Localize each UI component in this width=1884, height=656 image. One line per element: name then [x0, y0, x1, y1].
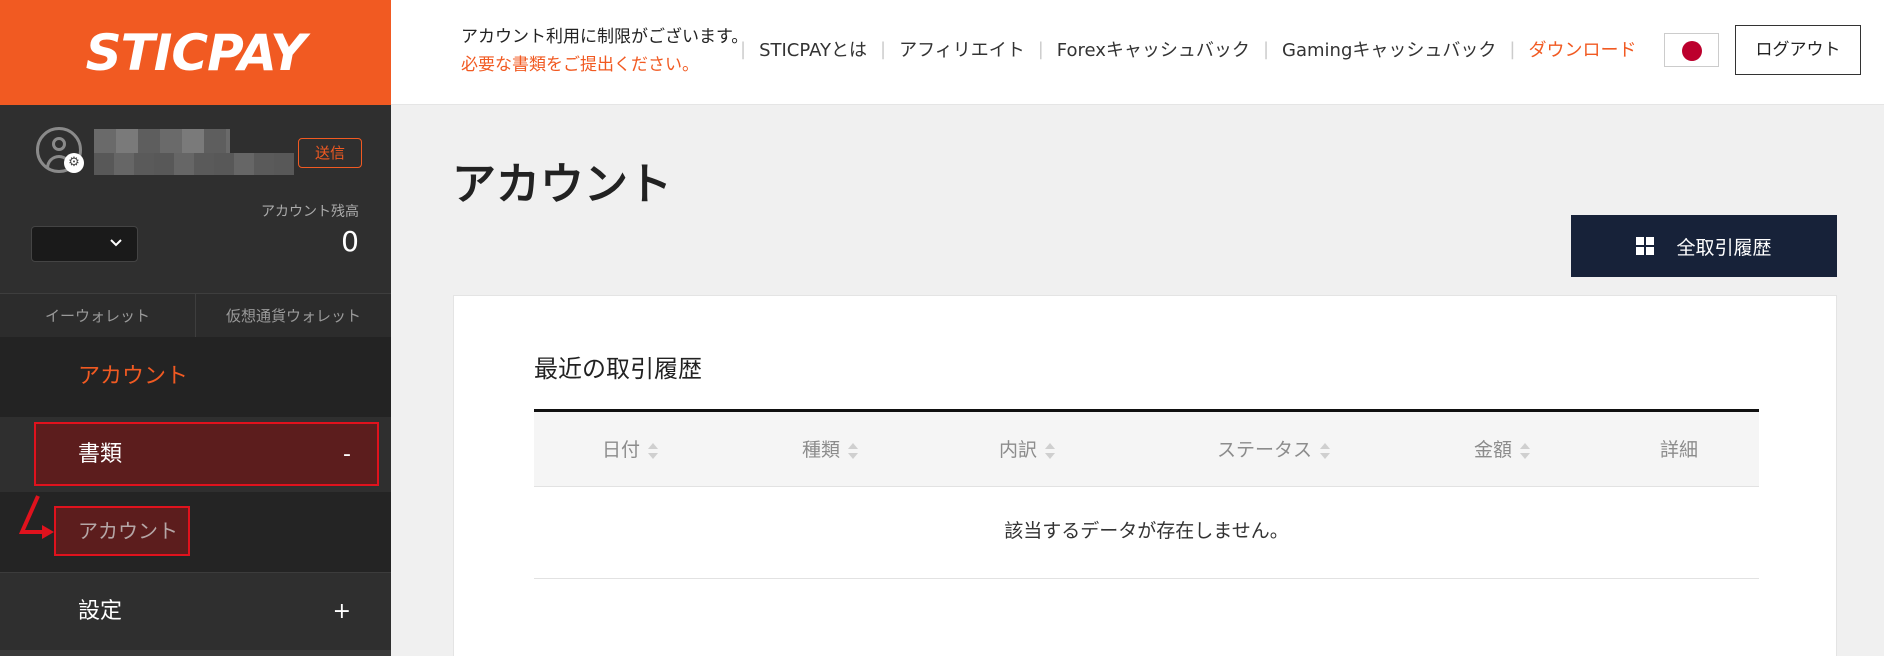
- nav-link-about[interactable]: STICPAYとは: [759, 36, 867, 62]
- nav-link-affiliate[interactable]: アフィリエイト: [899, 36, 1025, 62]
- wallet-tabs: イーウォレット 仮想通貨ウォレット: [0, 293, 391, 337]
- sort-icon[interactable]: [1045, 440, 1056, 462]
- table-header: 日付 種類 内訳 ステータス 金額 詳細: [534, 409, 1759, 487]
- sidebar-item-settings-label: 設定: [78, 599, 123, 624]
- sidebar-submenu-documents: アカウント: [0, 492, 391, 572]
- transactions-table: 日付 種類 内訳 ステータス 金額 詳細 該当するデータが存在しません。: [534, 409, 1759, 579]
- sort-icon[interactable]: [648, 440, 659, 462]
- column-type[interactable]: 種類: [802, 412, 859, 488]
- nav-separator: |: [1509, 38, 1516, 60]
- gear-icon[interactable]: ⚙: [64, 153, 84, 173]
- card-title: 最近の取引履歴: [534, 355, 702, 383]
- column-status[interactable]: ステータス: [1217, 412, 1331, 488]
- send-button[interactable]: 送信: [298, 138, 362, 168]
- nav-link-forex-cashback[interactable]: Forexキャッシュバック: [1057, 36, 1250, 62]
- nav-separator: |: [1037, 38, 1044, 60]
- header: アカウント利用に制限がございます。 必要な書類をご提出ください。 | STICP…: [391, 0, 1884, 105]
- nav-separator: |: [1262, 38, 1270, 60]
- column-date[interactable]: 日付: [602, 412, 659, 488]
- column-details: 詳細: [1660, 439, 1699, 461]
- sidebar-item-documents-label: 書類: [78, 442, 123, 467]
- sidebar-item-documents[interactable]: 書類 -: [0, 417, 391, 492]
- column-breakdown[interactable]: 内訳: [999, 412, 1056, 488]
- grid-icon: [1636, 237, 1655, 255]
- sidebar-item-next[interactable]: [0, 650, 391, 656]
- nav-link-gaming-cashback[interactable]: Gamingキャッシュバック: [1282, 36, 1496, 62]
- sidebar-item-account[interactable]: アカウント: [0, 337, 391, 417]
- collapse-icon[interactable]: -: [343, 417, 351, 492]
- annotation-arrow-icon: [18, 495, 54, 539]
- column-amount[interactable]: 金額: [1474, 412, 1531, 488]
- page-title: アカウント: [452, 159, 672, 210]
- nav-separator: |: [880, 38, 887, 60]
- redacted-username: [94, 129, 230, 153]
- language-selector[interactable]: [1664, 33, 1719, 67]
- all-history-button-label: 全取引履歴: [1676, 236, 1772, 259]
- tab-crypto-wallet[interactable]: 仮想通貨ウォレット: [195, 294, 391, 337]
- logo-text: STICPAY: [85, 23, 307, 82]
- sort-icon[interactable]: [1520, 440, 1531, 462]
- currency-select[interactable]: [31, 226, 138, 262]
- balance-value: 0: [341, 225, 359, 258]
- redacted-email: [94, 153, 294, 175]
- sidebar: STICPAY ⚙ 送信 アカウント残高 0 イーウォレット 仮想通貨ウォレット…: [0, 0, 391, 656]
- empty-message: 該当するデータが存在しません。: [534, 487, 1759, 579]
- balance-label: アカウント残高: [261, 204, 359, 220]
- tab-ewallet[interactable]: イーウォレット: [0, 294, 195, 337]
- recent-transactions-card: 最近の取引履歴 日付 種類 内訳 ステータス 金額 詳細 該当するデータが存在し…: [453, 295, 1837, 656]
- sidebar-subitem-account[interactable]: アカウント: [54, 506, 190, 556]
- expand-icon[interactable]: +: [333, 573, 351, 651]
- nav-separator: |: [740, 38, 747, 60]
- sort-icon[interactable]: [848, 440, 859, 462]
- nav-link-download[interactable]: ダウンロード: [1528, 36, 1636, 62]
- chevron-down-icon: [109, 235, 123, 253]
- sort-icon[interactable]: [1320, 440, 1331, 462]
- logo[interactable]: STICPAY: [0, 0, 391, 105]
- profile-panel: ⚙ 送信 アカウント残高 0: [0, 105, 391, 293]
- all-history-button[interactable]: 全取引履歴: [1571, 215, 1837, 277]
- top-nav: | STICPAYとは | アフィリエイト | Forexキャッシュバック | …: [727, 36, 1636, 62]
- logout-button[interactable]: ログアウト: [1735, 25, 1861, 75]
- notice-link[interactable]: 必要な書類をご提出ください。: [461, 50, 699, 75]
- japan-flag-icon: [1682, 41, 1702, 61]
- sidebar-item-settings[interactable]: 設定 +: [0, 572, 391, 650]
- notice-text: アカウント利用に制限がございます。: [461, 27, 749, 47]
